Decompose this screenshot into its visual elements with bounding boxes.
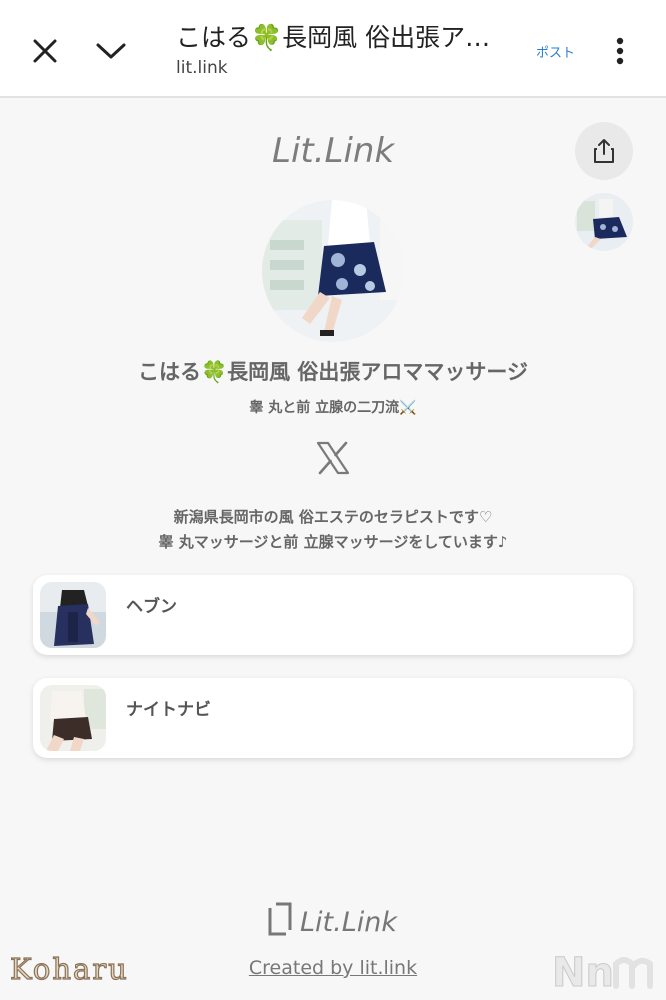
profile-thumbnail-small[interactable] [575, 193, 633, 251]
footer-litlink-logo[interactable]: Lit.Link [266, 900, 402, 942]
link-card-heaven[interactable]: ヘブン [33, 575, 633, 655]
link-card-nightnavi[interactable]: ナイトナビ [33, 678, 633, 758]
profile-bio: 新潟県長岡市の風 俗エステのセラピストです♡ 睾 丸マッサージと前 立腺マッサー… [0, 505, 666, 555]
link-card-thumbnail [40, 582, 106, 648]
close-icon[interactable] [26, 32, 64, 70]
browser-top-bar: こはる🍀長岡風 俗出張ア… lit.link ポスト [0, 0, 666, 98]
svg-text:Nn: Nn [552, 950, 614, 992]
nn-watermark: Nn [550, 948, 662, 997]
litlink-logo: Lit.Link [270, 126, 400, 174]
chevron-down-icon[interactable] [92, 34, 130, 68]
x-logo-icon[interactable] [315, 440, 351, 476]
svg-text:Lit.Link: Lit.Link [272, 131, 395, 171]
link-card-label: ナイトナビ [126, 700, 211, 720]
bio-line-2: 睾 丸マッサージと前 立腺マッサージをしています♪ [158, 533, 508, 551]
more-vertical-icon[interactable] [608, 34, 632, 68]
profile-name: こはる🍀長岡風 俗出張アロママッサージ [137, 360, 529, 384]
link-card-label: ヘブン [126, 597, 177, 617]
post-button[interactable]: ポスト [536, 42, 575, 61]
svg-text:Lit.Link: Lit.Link [300, 907, 398, 938]
share-button[interactable] [575, 122, 633, 180]
page-title: こはる🍀長岡風 俗出張ア… [176, 23, 491, 52]
bio-line-1: 新潟県長岡市の風 俗エステのセラピストです♡ [173, 508, 493, 526]
profile-subtitle: 睾 丸と前 立腺の二刀流⚔️ [249, 400, 417, 416]
page-url: lit.link [176, 58, 228, 78]
share-icon [594, 139, 614, 163]
koharu-watermark: Koharu [9, 951, 129, 986]
avatar [262, 200, 404, 342]
link-card-thumbnail [40, 685, 106, 751]
